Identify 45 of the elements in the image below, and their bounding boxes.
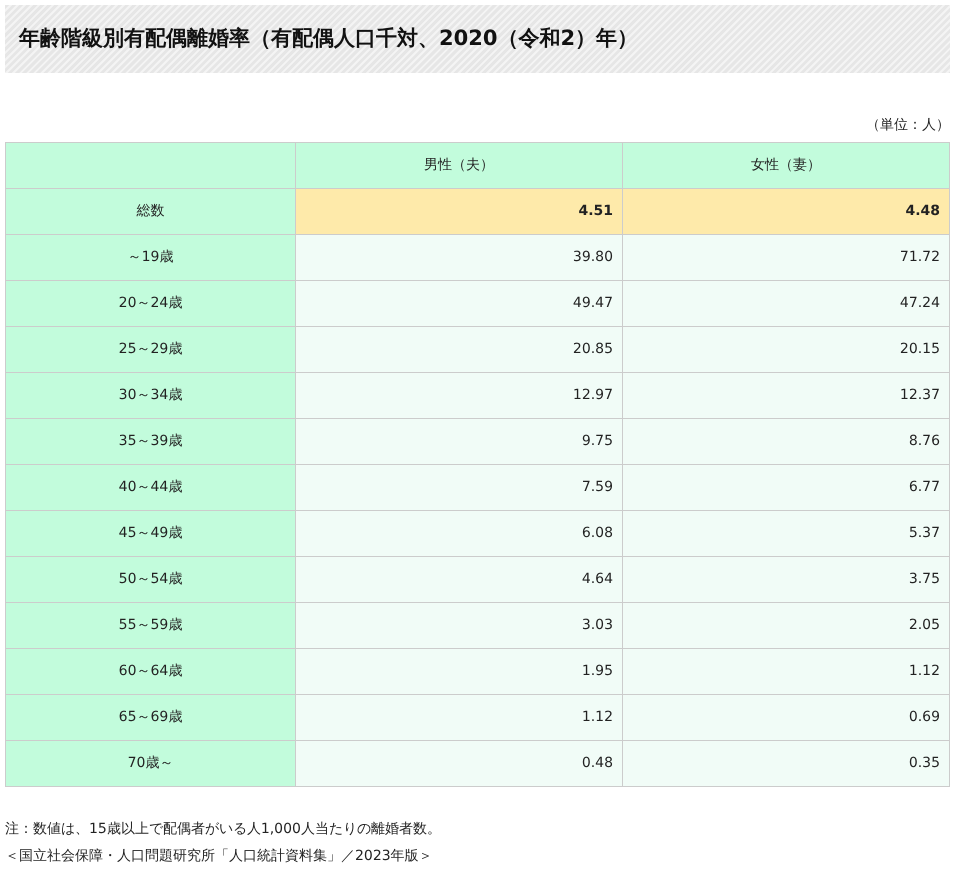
row-header: 55～59歳 bbox=[6, 602, 296, 648]
table-cell: 1.12 bbox=[296, 694, 622, 740]
table-cell: 3.75 bbox=[622, 556, 950, 602]
row-header: 総数 bbox=[6, 188, 296, 234]
row-header: 35～39歳 bbox=[6, 418, 296, 464]
table-cell: 49.47 bbox=[296, 280, 622, 326]
table-cell: 1.95 bbox=[296, 648, 622, 694]
table-cell: 3.03 bbox=[296, 602, 622, 648]
table-cell: 9.75 bbox=[296, 418, 622, 464]
table-cell: 8.76 bbox=[622, 418, 950, 464]
column-header: 男性（夫） bbox=[296, 142, 622, 188]
row-header: 20～24歳 bbox=[6, 280, 296, 326]
column-header: 女性（妻） bbox=[622, 142, 950, 188]
table-cell: 1.12 bbox=[622, 648, 950, 694]
table-cell: 4.64 bbox=[296, 556, 622, 602]
table-cell: 4.48 bbox=[622, 188, 950, 234]
table-cell: 12.37 bbox=[622, 372, 950, 418]
table-cell: 2.05 bbox=[622, 602, 950, 648]
table-cell: 71.72 bbox=[622, 234, 950, 280]
table-cell: 6.08 bbox=[296, 510, 622, 556]
table-cell: 5.37 bbox=[622, 510, 950, 556]
row-header: 45～49歳 bbox=[6, 510, 296, 556]
table-cell: 0.35 bbox=[622, 740, 950, 786]
table-cell: 39.80 bbox=[296, 234, 622, 280]
row-header: 30～34歳 bbox=[6, 372, 296, 418]
row-header: 50～54歳 bbox=[6, 556, 296, 602]
row-header: 60～64歳 bbox=[6, 648, 296, 694]
row-header: 40～44歳 bbox=[6, 464, 296, 510]
footnote: 注：数値は、15歳以上で配偶者がいる人1,000人当たりの離婚者数。 bbox=[5, 820, 442, 839]
table-cell: 47.24 bbox=[622, 280, 950, 326]
table-cell: 0.69 bbox=[622, 694, 950, 740]
footnote: ＜国立社会保障・人口問題研究所「人口統計資料集」／2023年版＞ bbox=[5, 847, 434, 866]
row-header: 65～69歳 bbox=[6, 694, 296, 740]
row-header: 25～29歳 bbox=[6, 326, 296, 372]
row-header: ～19歳 bbox=[6, 234, 296, 280]
row-header: 70歳～ bbox=[6, 740, 296, 786]
table-cell: 4.51 bbox=[296, 188, 622, 234]
table-cell: 7.59 bbox=[296, 464, 622, 510]
page-title: 年齢階級別有配偶離婚率（有配偶人口千対、2020（令和2）年） bbox=[19, 25, 638, 52]
table-cell: 20.85 bbox=[296, 326, 622, 372]
table-cell: 6.77 bbox=[622, 464, 950, 510]
table-cell: 12.97 bbox=[296, 372, 622, 418]
table-cell: 0.48 bbox=[296, 740, 622, 786]
table-cell: 20.15 bbox=[622, 326, 950, 372]
unit-label: （単位：人） bbox=[866, 116, 950, 135]
